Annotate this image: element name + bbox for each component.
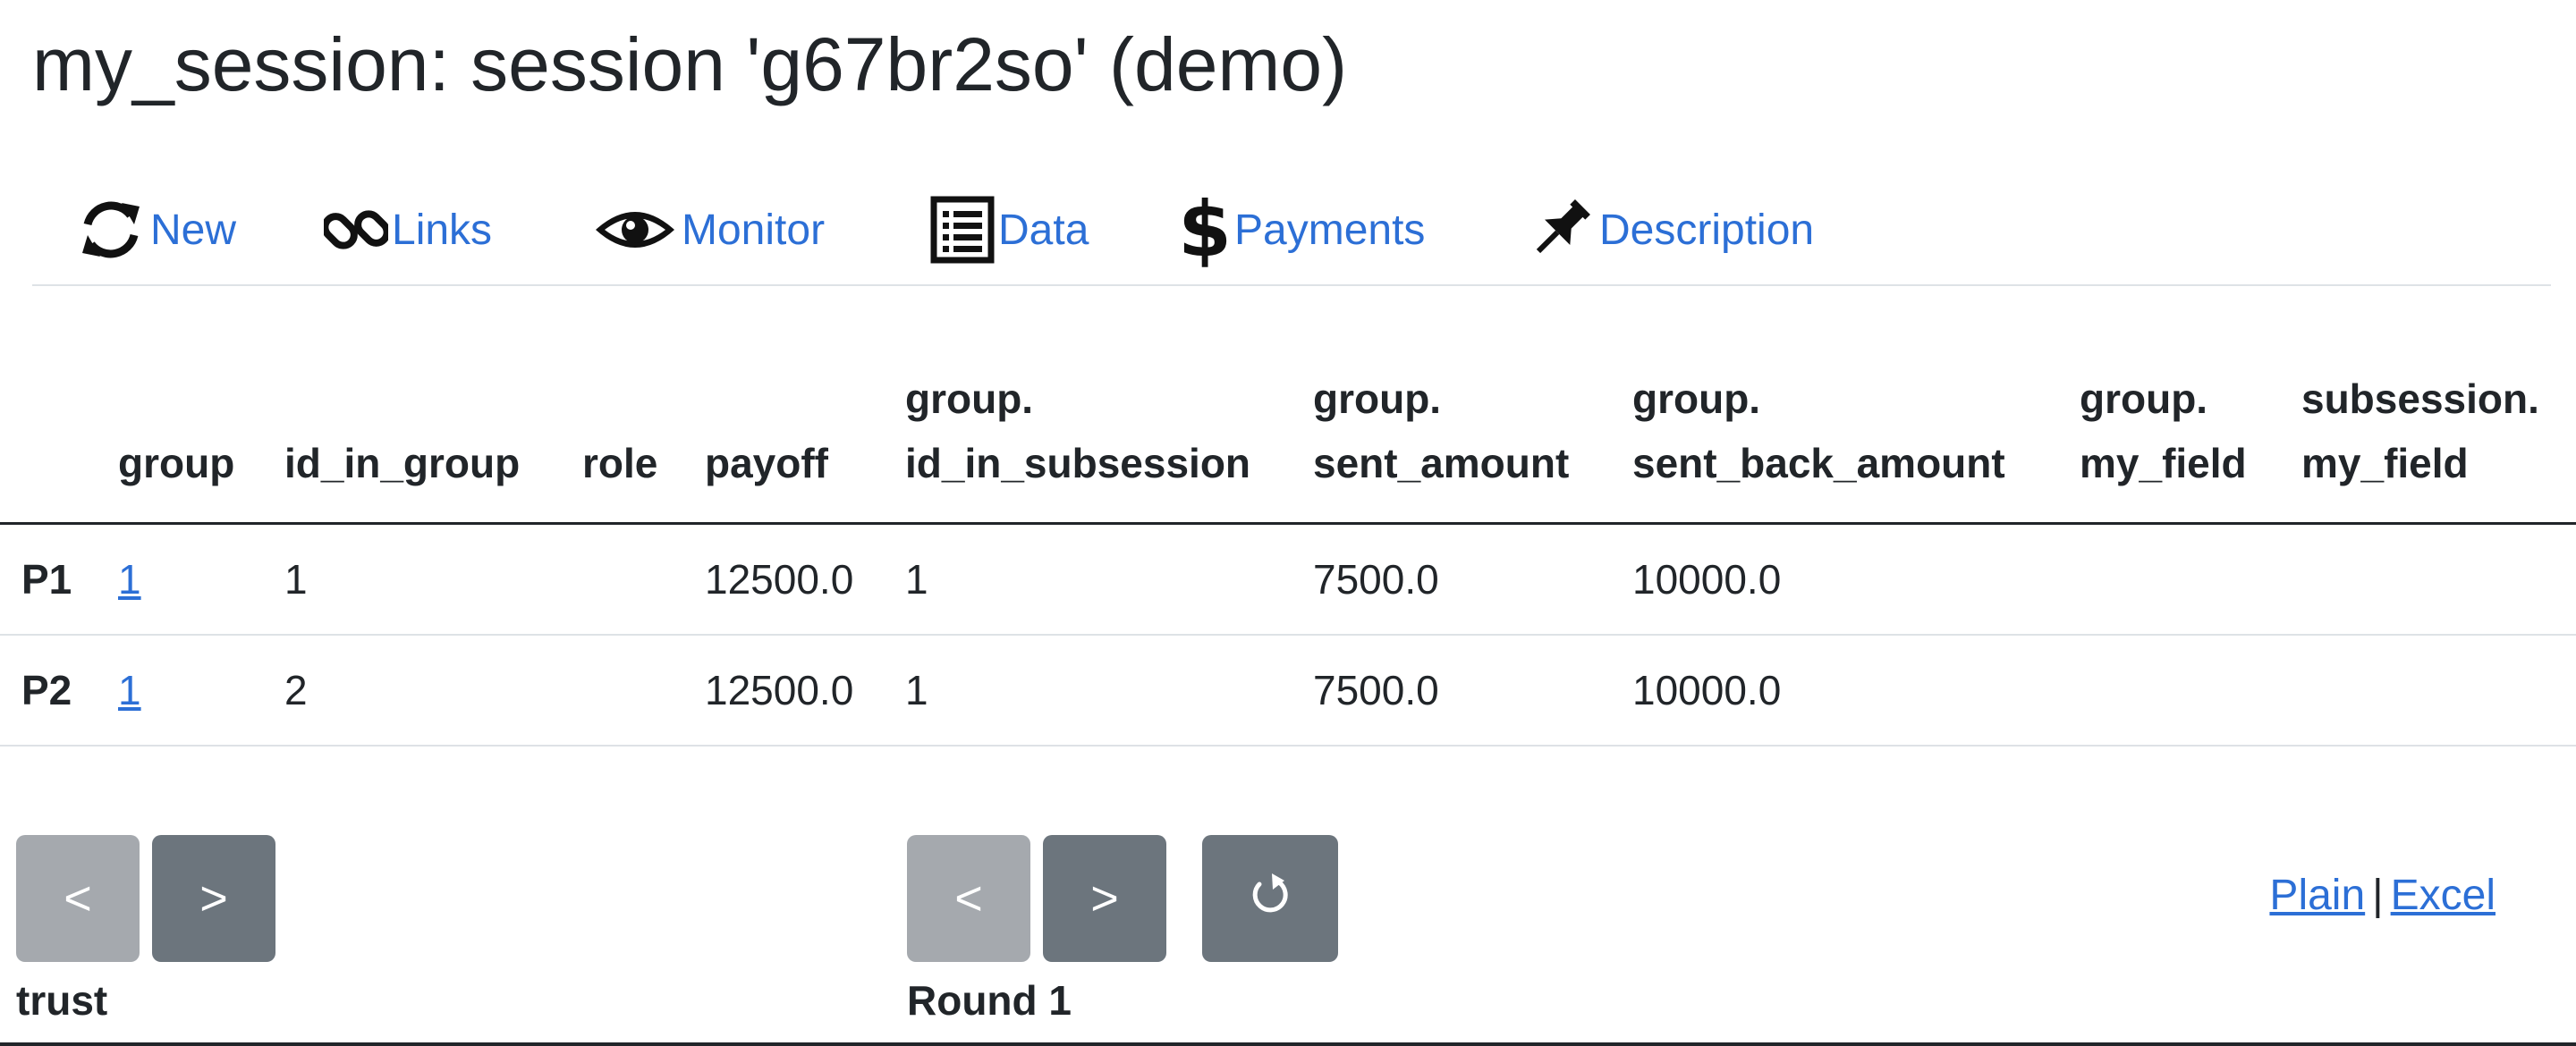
nav-item-monitor[interactable]: Monitor (592, 191, 825, 268)
column-header-id-in-group: id_in_group (284, 440, 521, 486)
id-in-subsession-cell: 1 (905, 666, 928, 713)
column-header-group-sent-amount: group. sent_amount (1313, 375, 1570, 486)
data-table: group id_in_group role payoff group. id_i… (0, 350, 2576, 747)
export-separator: | (2372, 872, 2384, 919)
nav-label-description: Description (1599, 206, 1815, 254)
subsession-my-field-cell (2301, 524, 2576, 635)
participant-code: P2 (21, 666, 72, 713)
nav-item-description[interactable]: Description (1524, 191, 1814, 268)
export-excel-link[interactable]: Excel (2391, 872, 2496, 919)
group-cell: 1 (118, 524, 284, 635)
nav-label-links: Links (392, 206, 493, 254)
export-links: Plain | Excel (2269, 871, 2496, 920)
export-plain-link[interactable]: Plain (2269, 872, 2365, 919)
subsession-my-field-cell (2301, 635, 2576, 746)
sent-amount-cell: 7500.0 (1313, 666, 1439, 713)
payoff-cell: 12500.0 (705, 666, 854, 713)
nav-label-monitor: Monitor (682, 206, 826, 254)
app-prev-button[interactable]: < (16, 835, 140, 962)
data-table-container: group id_in_group role payoff group. id_i… (0, 350, 2576, 747)
id-in-subsession-cell: 1 (905, 555, 928, 603)
pin-icon (1524, 194, 1596, 266)
column-header-subsession-my-field: subsession. my_field (2301, 375, 2539, 486)
refresh-icon (75, 194, 147, 266)
app-next-button[interactable]: > (152, 835, 275, 962)
role-cell (582, 635, 705, 746)
nav-label-data: Data (998, 206, 1089, 254)
table-row: P2 1 2 12500.0 1 7500.0 10000.0 (0, 635, 2576, 746)
column-header-participant (0, 350, 118, 524)
column-header-group-my-field: group. my_field (2080, 375, 2247, 486)
column-header-group: group (118, 440, 235, 486)
session-navbar: New Links Monitor Data $ Payments Descri… (32, 175, 2551, 286)
table-header-row: group id_in_group role payoff group. id_i… (0, 350, 2576, 524)
column-header-group-sent-back-amount: group. sent_back_amount (1632, 375, 2005, 486)
list-icon (930, 196, 995, 264)
column-header-role: role (582, 440, 658, 486)
payoff-cell: 12500.0 (705, 555, 854, 603)
page-title: my_session: session 'g67br2so' (demo) (32, 22, 1348, 106)
bottom-divider (0, 1042, 2576, 1046)
refresh-icon (1249, 870, 1292, 928)
group-my-field-cell (2080, 524, 2301, 635)
column-header-group-id-in-subsession: group. id_in_subsession (905, 375, 1251, 486)
sent-amount-cell: 7500.0 (1313, 555, 1439, 603)
nav-label-new: New (150, 206, 237, 254)
round-prev-button[interactable]: < (907, 835, 1030, 962)
nav-item-new[interactable]: New (75, 191, 236, 268)
dollar-icon: $ (1178, 185, 1232, 274)
participant-code: P1 (21, 555, 72, 603)
sent-back-amount-cell: 10000.0 (1632, 666, 1782, 713)
refresh-button[interactable] (1202, 835, 1338, 962)
nav-item-data[interactable]: Data (930, 191, 1089, 268)
group-link[interactable]: 1 (118, 556, 141, 603)
app-name-caption: trust (16, 977, 108, 1024)
group-link[interactable]: 1 (118, 667, 141, 713)
round-caption: Round 1 (907, 977, 1072, 1024)
sent-back-amount-cell: 10000.0 (1632, 555, 1782, 603)
group-cell: 1 (118, 635, 284, 746)
round-next-button[interactable]: > (1043, 835, 1166, 962)
nav-item-links[interactable]: Links (324, 191, 492, 268)
id-in-group-cell: 1 (284, 555, 308, 603)
table-row: P1 1 1 12500.0 1 7500.0 10000.0 (0, 524, 2576, 635)
eye-icon (592, 203, 678, 257)
group-my-field-cell (2080, 635, 2301, 746)
role-cell (582, 524, 705, 635)
link-icon (324, 194, 388, 266)
nav-label-payments: Payments (1234, 206, 1426, 254)
nav-item-payments[interactable]: $ Payments (1178, 185, 1426, 274)
id-in-group-cell: 2 (284, 666, 308, 713)
column-header-payoff: payoff (705, 440, 828, 486)
